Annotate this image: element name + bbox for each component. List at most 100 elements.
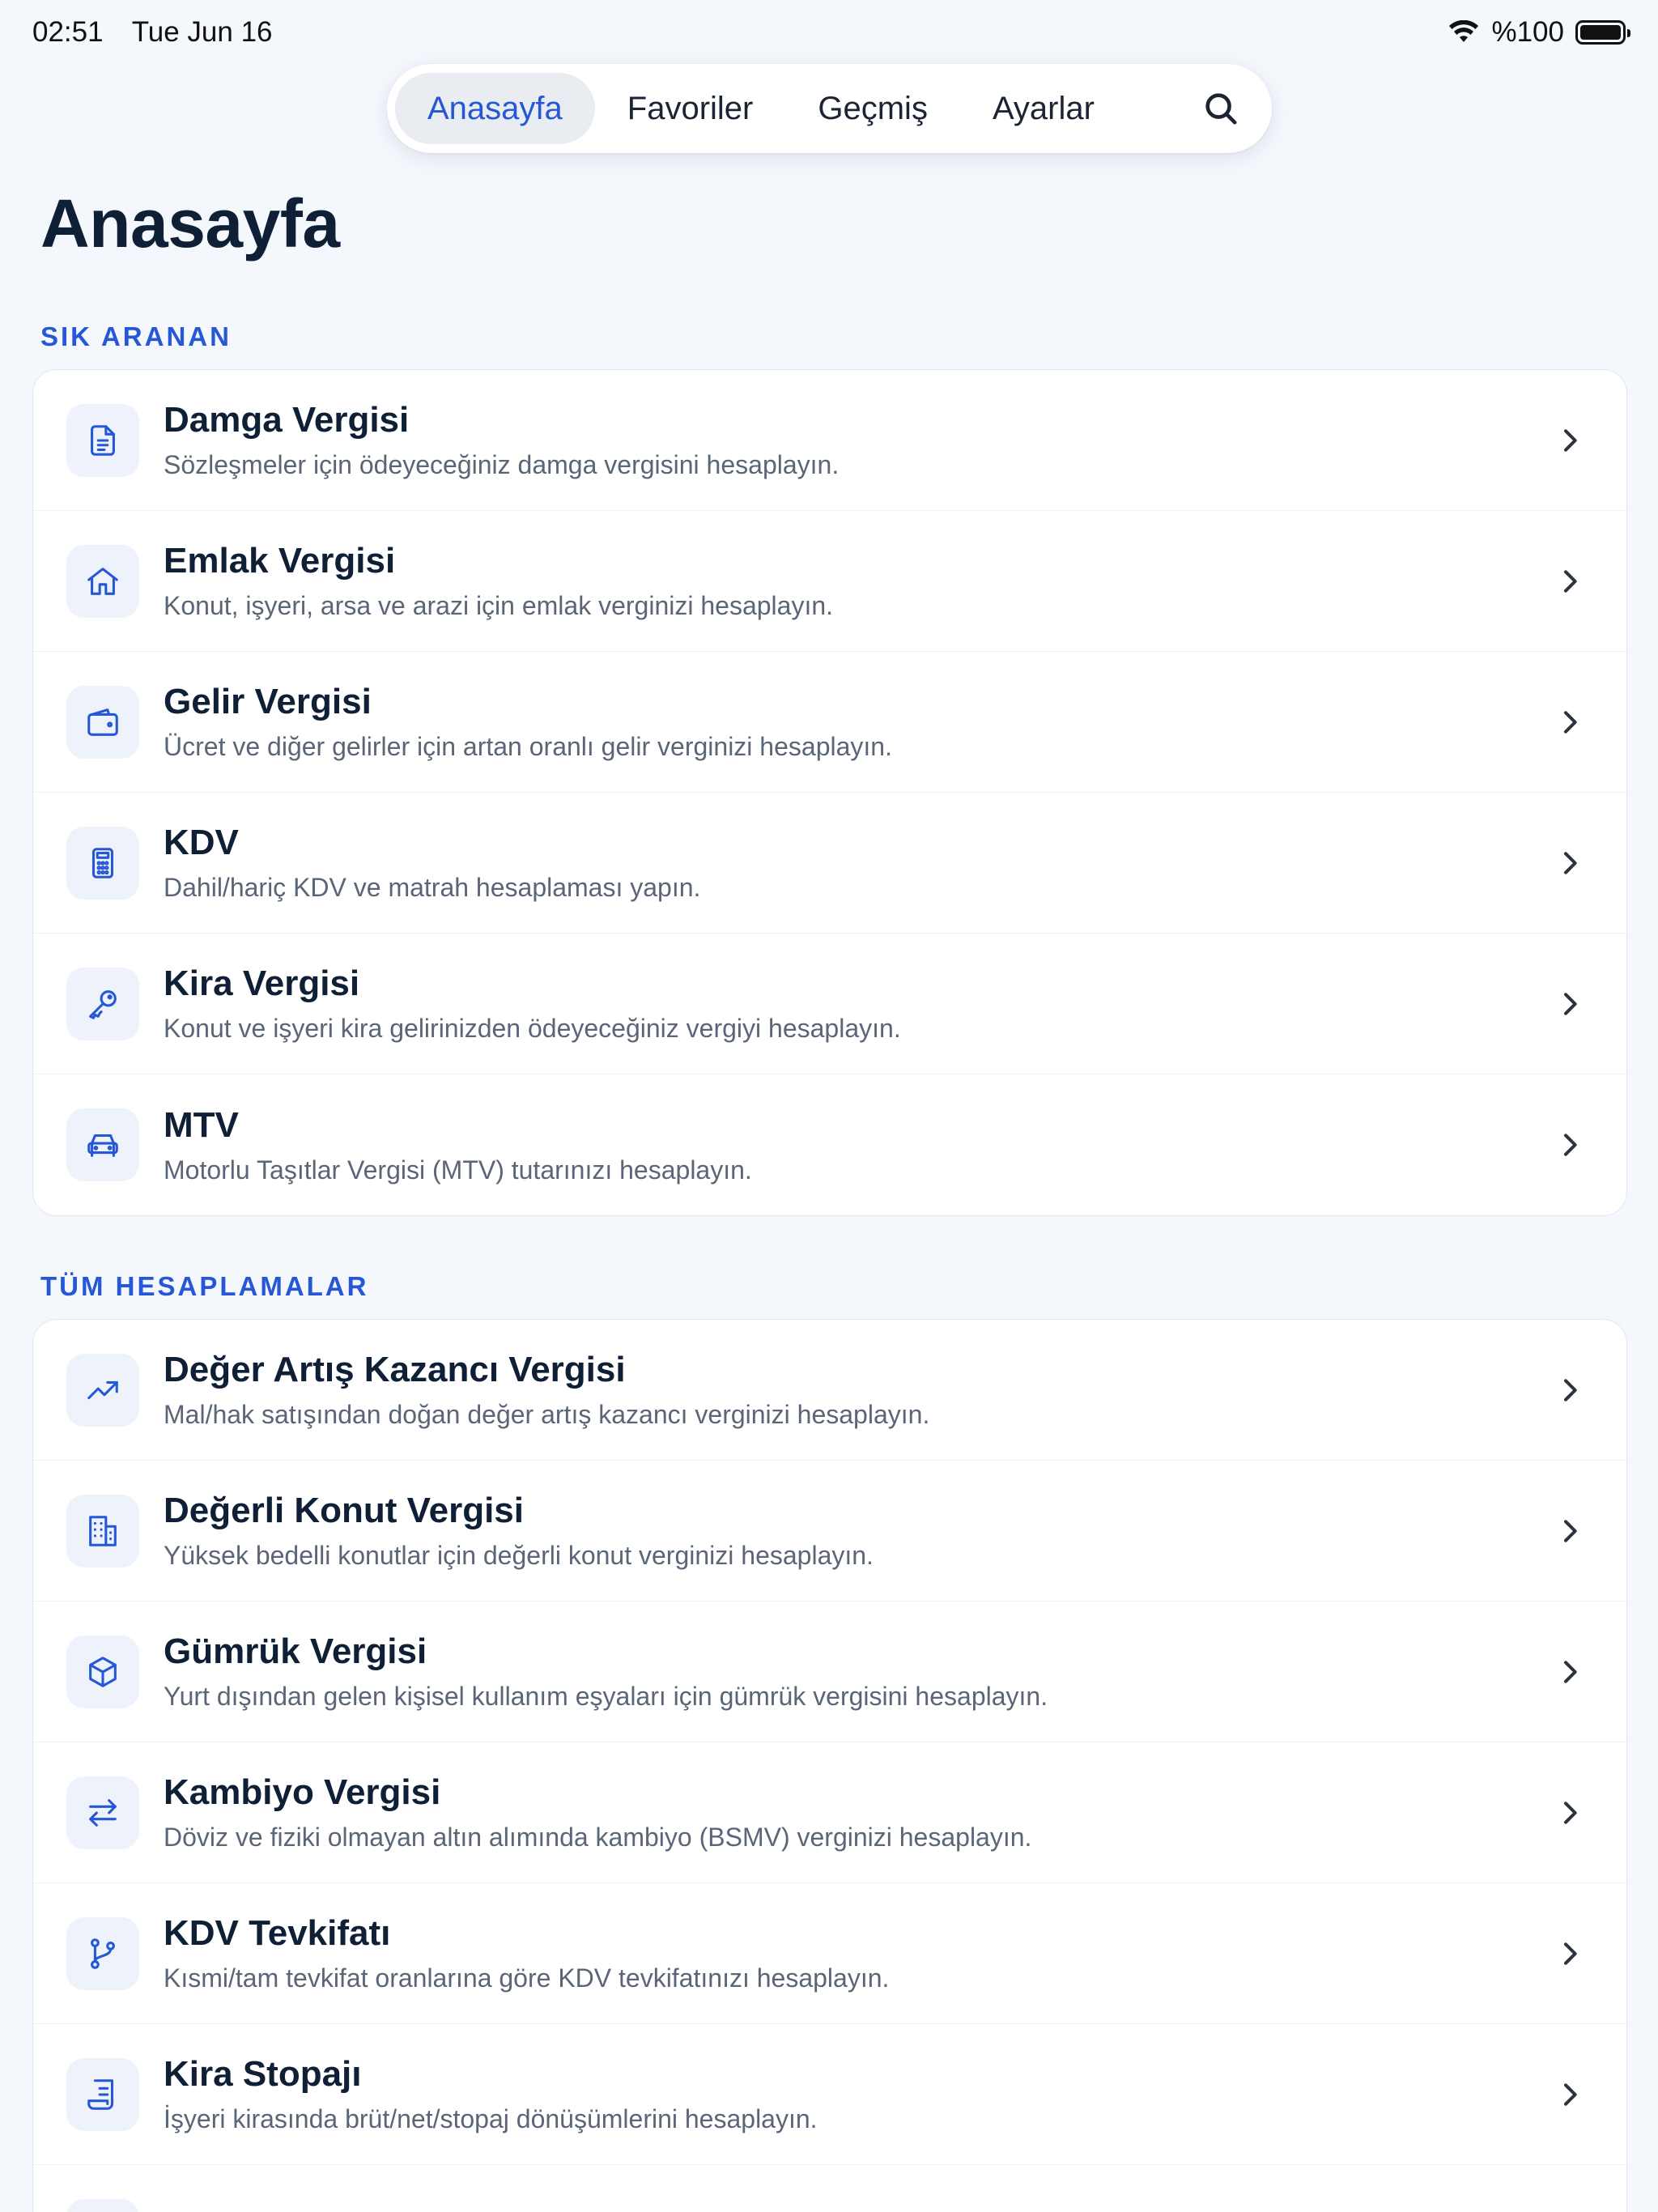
tab-favoriler[interactable]: Favoriler <box>595 73 786 144</box>
house-icon <box>87 567 118 595</box>
chevron-right-icon <box>1564 569 1577 593</box>
all-calculations-list: Değer Artış Kazancı Vergisi Mal/hak satış… <box>32 1319 1627 2212</box>
list-item-deger-artis-kazanci-vergisi[interactable]: Değer Artış Kazancı Vergisi Mal/hak satış… <box>33 1320 1626 1461</box>
list-item-subtitle: Kısmi/tam tevkifat oranlarına göre KDV t… <box>164 1963 890 1993</box>
wallet-icon <box>87 708 118 736</box>
list-item-title: MTV <box>164 1104 239 1145</box>
key-icon <box>89 989 117 1019</box>
list-item-subtitle: Motorlu Taşıtlar Vergisi (MTV) tutarınız… <box>164 1155 752 1185</box>
receipt-icon-tile <box>66 2057 139 2131</box>
chevron-right-icon <box>1564 1942 1577 1965</box>
list-item-subtitle: İşyeri kirasında brüt/net/stopaj dönüşüm… <box>164 2104 818 2133</box>
list-item-damga-vergisi[interactable]: Damga Vergisi Sözleşmeler için ödeyeceğin… <box>33 370 1626 511</box>
list-item-mtv[interactable]: MTV Motorlu Taşıtlar Vergisi (MTV) tutarı… <box>33 1074 1626 1215</box>
building-icon-tile <box>66 1494 139 1568</box>
list-item-kdv[interactable]: KDV Dahil/hariç KDV ve matrah hesaplaması… <box>33 793 1626 934</box>
wifi-icon <box>1449 20 1479 42</box>
box-icon-tile <box>66 1635 139 1708</box>
search-icon <box>1205 93 1237 125</box>
list-item-text: Değer Artış Kazancı Vergisi Mal/hak satış… <box>164 1350 1554 1430</box>
list-item-title: Gümrük Vergisi <box>164 1631 427 1671</box>
tab-ayarlar[interactable]: Ayarlar <box>960 73 1127 144</box>
list-item-subtitle: Ücret ve diğer gelirler için artan oranl… <box>164 732 892 761</box>
section-title-all: TÜM HESAPLAMALAR <box>40 1271 369 1301</box>
chevron-right-icon <box>1564 1378 1577 1402</box>
list-item-emlak-vergisi[interactable]: Emlak Vergisi Konut, işyeri, arsa ve araz… <box>33 511 1626 652</box>
car-icon-tile <box>66 1108 139 1181</box>
branch-icon-tile <box>66 1916 139 1990</box>
status-date: Tue Jun 16 <box>131 16 273 48</box>
document-icon <box>91 424 115 456</box>
trending-up-icon <box>87 1380 118 1399</box>
box-icon <box>89 1656 117 1687</box>
list-item-subtitle: Sözleşmeler için ödeyeceğiniz damga verg… <box>164 450 840 479</box>
list-item-text: Gelir Vergisi Ücret ve diğer gelirler içi… <box>164 682 1554 762</box>
list-item-subtitle: Mal/hak satışından doğan değer artış kaz… <box>164 1400 930 1429</box>
calculator-icon <box>91 847 114 878</box>
list-item-kdv-tevkifati[interactable]: KDV Tevkifatı Kısmi/tam tevkifat oranları… <box>33 1883 1626 2024</box>
chevron-right-icon <box>1564 1134 1577 1156</box>
list-item-text: Kira Vergisi Konut ve işyeri kira gelirin… <box>164 963 1554 1044</box>
list-item-title: Gelir Vergisi <box>164 682 372 721</box>
list-item-title: Kira Vergisi <box>164 963 360 1003</box>
chevron-right-icon <box>1564 428 1577 452</box>
list-item-subtitle: Konut, işyeri, arsa ve arazi için emlak … <box>164 591 834 620</box>
chevron-right-icon <box>1564 1801 1577 1824</box>
list-item-title: Kambiyo Vergisi <box>164 1772 441 1812</box>
list-item-text: Değerli Konut Vergisi Yüksek bedelli konu… <box>164 1491 1554 1571</box>
list-item-gelir-vergisi[interactable]: Gelir Vergisi Ücret ve diğer gelirler içi… <box>33 652 1626 793</box>
status-left: 02:51 Tue Jun 16 <box>32 16 294 49</box>
swap-icon-tile <box>66 1776 139 1849</box>
chevron-right-icon <box>1564 2082 1577 2106</box>
list-item-text: Emlak Vergisi Konut, işyeri, arsa ve araz… <box>164 541 1554 621</box>
chevron-right-icon <box>1564 851 1577 874</box>
list-item-subtitle: Yüksek bedelli konutlar için değerli kon… <box>164 1541 874 1570</box>
list-item-konaklama-vergisi[interactable]: Konaklama Vergisi <box>33 2165 1626 2212</box>
section-title-popular: SIK ARANAN <box>40 321 232 351</box>
list-item-gumruk-vergisi[interactable]: Gümrük Vergisi Yurt dışından gelen kişise… <box>33 1602 1626 1742</box>
status-time: 02:51 <box>32 16 104 48</box>
list-item-degerli-konut-vergisi[interactable]: Değerli Konut Vergisi Yüksek bedelli konu… <box>33 1461 1626 1602</box>
tab-bar: Anasayfa Favoriler Geçmiş Ayarlar <box>387 64 1272 153</box>
chevron-right-icon <box>1564 992 1577 1015</box>
branch-icon <box>91 1938 115 1969</box>
chevron-right-icon <box>1564 1660 1577 1683</box>
chevron-right-icon <box>1564 710 1577 734</box>
list-item-subtitle: Döviz ve fiziki olmayan altın alımında k… <box>164 1823 1032 1852</box>
list-item-text: Gümrük Vergisi Yurt dışından gelen kişise… <box>164 1631 1554 1712</box>
document-icon-tile <box>66 403 139 477</box>
list-item-subtitle: Yurt dışından gelen kişisel kullanım eşy… <box>164 1682 1048 1711</box>
page-title: Anasayfa <box>40 185 340 262</box>
list-item-title: KDV Tevkifatı <box>164 1913 391 1953</box>
chevron-right-icon <box>1564 1519 1577 1542</box>
search-button[interactable] <box>1178 73 1264 144</box>
tab-anasayfa[interactable]: Anasayfa <box>395 73 595 144</box>
swap-icon <box>89 1798 117 1827</box>
list-item-text: MTV Motorlu Taşıtlar Vergisi (MTV) tutarı… <box>164 1105 1554 1185</box>
list-item-subtitle: Dahil/hariç KDV ve matrah hesaplaması ya… <box>164 873 701 902</box>
list-item-kira-vergisi[interactable]: Kira Vergisi Konut ve işyeri kira gelirin… <box>33 934 1626 1074</box>
status-right: %100 <box>1448 16 1630 49</box>
app-screen: 02:51 Tue Jun 16 %100 Anasayfa Favoriler… <box>0 0 1658 2212</box>
key-icon-tile <box>66 967 139 1040</box>
building-icon <box>89 1515 117 1546</box>
popular-calculations-list: Damga Vergisi Sözleşmeler için ödeyeceğin… <box>32 369 1627 1216</box>
list-item-title: Değer Artış Kazancı Vergisi <box>164 1350 626 1389</box>
list-item-kambiyo-vergisi[interactable]: Kambiyo Vergisi Döviz ve fiziki olmayan a… <box>33 1742 1626 1883</box>
tab-gecmis[interactable]: Geçmiş <box>785 73 960 144</box>
list-item-title: KDV <box>164 823 239 862</box>
trending-up-icon-tile <box>66 1353 139 1427</box>
list-item-text: Kambiyo Vergisi Döviz ve fiziki olmayan a… <box>164 1772 1554 1853</box>
list-item-title: Emlak Vergisi <box>164 541 396 581</box>
bed-icon-tile <box>66 2199 139 2212</box>
list-item-title: Damga Vergisi <box>164 400 410 440</box>
house-icon-tile <box>66 544 139 618</box>
calculator-icon-tile <box>66 826 139 900</box>
list-item-title: Kira Stopajı <box>164 2054 362 2094</box>
car-icon <box>87 1134 118 1157</box>
receipt-icon <box>87 2078 114 2110</box>
status-bar: 02:51 Tue Jun 16 %100 <box>32 15 1630 50</box>
list-item-text: Kira Stopajı İşyeri kirasında brüt/net/st… <box>164 2054 1554 2134</box>
battery-icon <box>1575 20 1630 45</box>
list-item-kira-stopaji[interactable]: Kira Stopajı İşyeri kirasında brüt/net/st… <box>33 2024 1626 2165</box>
